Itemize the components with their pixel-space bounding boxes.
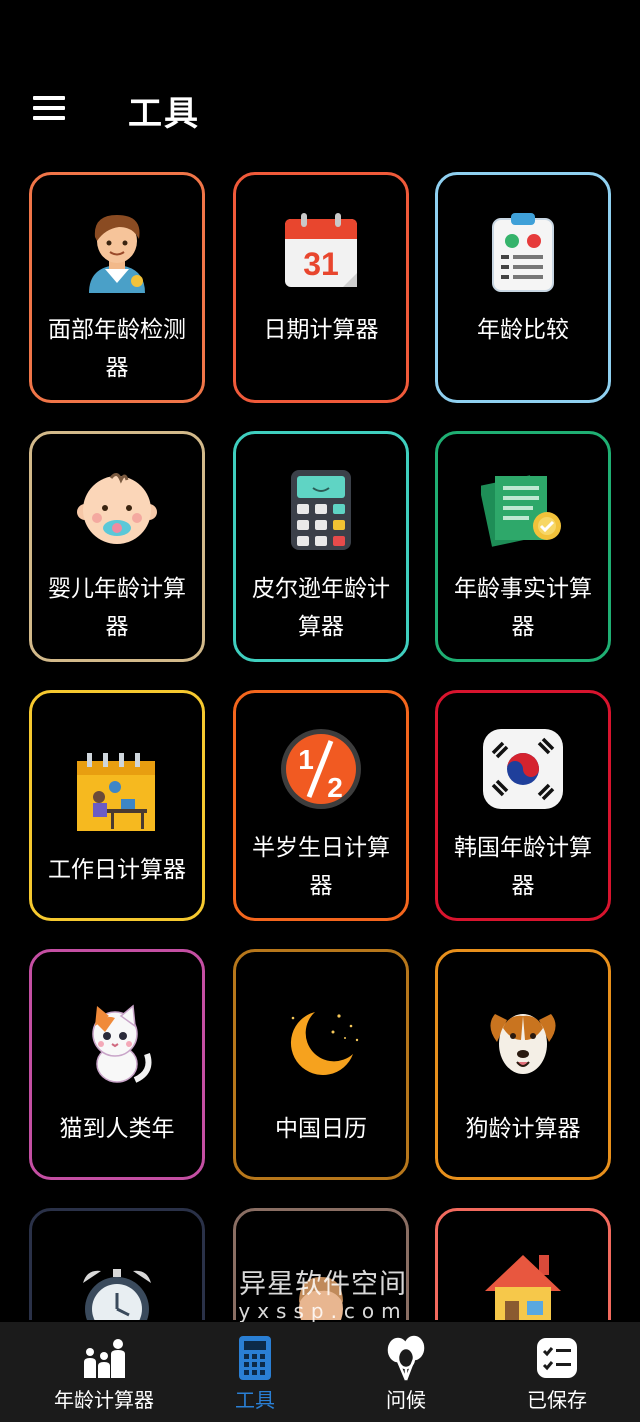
half-fraction-icon: 1 2 <box>279 727 363 811</box>
nav-label: 工具 <box>235 1388 275 1412</box>
alarm-clock-icon <box>75 1263 159 1320</box>
tool-label: 半岁生日计算器 <box>252 835 390 899</box>
nav-item-tools[interactable]: 工具 <box>175 1322 335 1422</box>
tool-label: 面部年龄检测器 <box>48 317 186 381</box>
nav-label: 已保存 <box>527 1388 587 1412</box>
tool-card-face-age-detector[interactable]: 面部年龄检测器 <box>29 172 205 403</box>
korea-flag-icon <box>481 727 565 811</box>
cat-icon <box>75 1002 159 1086</box>
tool-label: 中国日历 <box>275 1116 367 1142</box>
tool-card-workday-calculator[interactable]: 工作日计算器 <box>29 690 205 921</box>
tool-label: 年龄比较 <box>477 317 569 343</box>
tool-label: 婴儿年龄计算器 <box>48 576 186 640</box>
tool-card-dog-age-calculator[interactable]: 狗龄计算器 <box>435 949 611 1180</box>
tool-card-age-comparison[interactable]: 年龄比较 <box>435 172 611 403</box>
tool-card-korean-age-calculator[interactable]: 韩国年龄计算器 <box>435 690 611 921</box>
certificate-document-icon <box>481 468 565 552</box>
svg-text:1: 1 <box>298 744 314 775</box>
tool-card-alarm-clock[interactable] <box>29 1208 205 1320</box>
tool-label: 狗龄计算器 <box>465 1116 581 1142</box>
house-icon <box>481 1247 565 1320</box>
tool-label: 日期计算器 <box>263 317 379 343</box>
baby-pacifier-icon <box>75 468 159 552</box>
app-header: 工具 <box>0 70 640 150</box>
bottom-navigation: 年龄计算器 工具 问候 已保存 <box>0 1322 640 1422</box>
tool-card-cat-to-human-years[interactable]: 猫到人类年 <box>29 949 205 1180</box>
tool-card-pearson-age-calculator[interactable]: 皮尔逊年龄计算器 <box>233 431 409 662</box>
nav-label: 问候 <box>386 1388 426 1412</box>
work-desk-calendar-icon <box>75 751 159 835</box>
tool-label: 猫到人类年 <box>59 1116 175 1142</box>
crescent-moon-icon <box>279 1002 363 1086</box>
tool-label: 年龄事实计算器 <box>454 576 592 640</box>
tool-card-date-calculator[interactable]: 31 日期计算器 <box>233 172 409 403</box>
tool-label: 韩国年龄计算器 <box>454 835 592 899</box>
family-age-icon <box>80 1334 128 1382</box>
page-title: 工具 <box>128 94 200 134</box>
calendar-31-icon: 31 <box>279 209 363 293</box>
tool-card-house[interactable] <box>435 1208 611 1320</box>
tool-card-baby-age-calculator[interactable]: 婴儿年龄计算器 <box>29 431 205 662</box>
tool-card-age-facts-calculator[interactable]: 年龄事实计算器 <box>435 431 611 662</box>
person-icon <box>279 1263 363 1320</box>
tool-card-person[interactable] <box>233 1208 409 1320</box>
nav-item-greetings[interactable]: 问候 <box>326 1322 486 1422</box>
svg-text:31: 31 <box>303 246 339 282</box>
calculator-icon <box>279 468 363 552</box>
calculator-tool-icon <box>231 1334 279 1382</box>
nav-item-saved[interactable]: 已保存 <box>477 1322 637 1422</box>
saved-checklist-icon <box>533 1334 581 1382</box>
nav-label: 年龄计算器 <box>54 1388 154 1412</box>
svg-text:2: 2 <box>327 772 343 803</box>
balloons-icon <box>382 1334 430 1382</box>
clipboard-compare-icon <box>481 209 565 293</box>
tool-label: 皮尔逊年龄计算器 <box>252 576 390 640</box>
tool-label: 工作日计算器 <box>48 857 186 883</box>
tool-card-chinese-calendar[interactable]: 中国日历 <box>233 949 409 1180</box>
tool-card-half-birthday-calculator[interactable]: 1 2 半岁生日计算器 <box>233 690 409 921</box>
dog-icon <box>481 1002 565 1086</box>
hamburger-menu-icon[interactable] <box>30 94 70 124</box>
nav-item-age-calculator[interactable]: 年龄计算器 <box>24 1322 184 1422</box>
tools-grid: 面部年龄检测器 31 日期计算器 年龄比较 婴儿年龄计算器 皮尔逊年龄计算器 年… <box>0 170 640 1320</box>
boy-face-icon <box>75 209 159 293</box>
